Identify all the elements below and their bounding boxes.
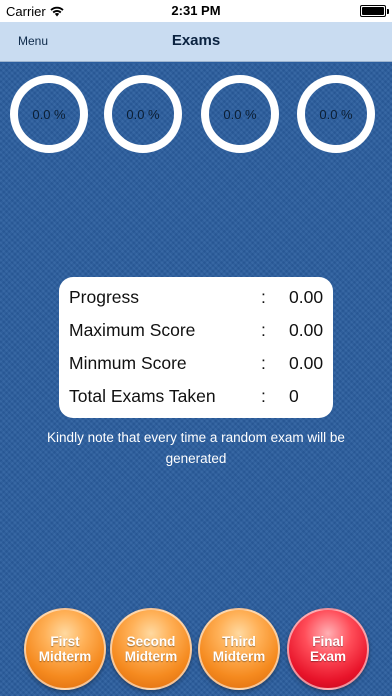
stat-label: Minmum Score xyxy=(69,353,187,373)
battery-icon xyxy=(360,5,389,17)
progress-rings: 0.0 % 0.0 % 0.0 % 0.0 % xyxy=(0,75,392,155)
status-bar: Carrier 2:31 PM xyxy=(0,0,392,22)
stat-separator: : xyxy=(261,320,266,340)
stat-row-maximum-score: Maximum Score : 0.00 xyxy=(59,316,333,346)
page-title: Exams xyxy=(171,32,221,49)
navigation-bar: Menu Exams xyxy=(0,22,392,62)
stat-row-total-exams: Total Exams Taken : 0 xyxy=(59,382,333,412)
first-midterm-button[interactable]: First Midterm xyxy=(24,608,106,690)
stat-label: Maximum Score xyxy=(69,320,196,340)
stats-card: Progress : 0.00 Maximum Score : 0.00 Min… xyxy=(59,277,333,418)
stat-label: Progress xyxy=(69,287,140,307)
stat-separator: : xyxy=(261,287,266,307)
progress-ring-final-exam: 0.0 % xyxy=(297,75,375,153)
second-midterm-button[interactable]: Second Midterm xyxy=(110,608,192,690)
status-time: 2:31 PM xyxy=(171,3,221,18)
stat-separator: : xyxy=(261,386,266,406)
stat-separator: : xyxy=(261,353,266,373)
main-content: 0.0 % 0.0 % 0.0 % 0.0 % Progress : 0.00 … xyxy=(0,63,392,696)
stat-label: Total Exams Taken xyxy=(69,386,216,406)
stat-row-minimum-score: Minmum Score : 0.00 xyxy=(59,349,333,379)
progress-ring-value: 0.0 % xyxy=(32,106,66,122)
stat-value: 0.00 xyxy=(289,320,324,340)
progress-ring-value: 0.0 % xyxy=(126,106,160,122)
progress-ring-second-midterm: 0.0 % xyxy=(104,75,182,153)
progress-ring-first-midterm: 0.0 % xyxy=(10,75,88,153)
final-exam-button[interactable]: Final Exam xyxy=(287,608,369,690)
progress-ring-third-midterm: 0.0 % xyxy=(201,75,279,153)
exam-button-label: First Midterm xyxy=(38,634,92,664)
stat-value: 0.00 xyxy=(289,287,324,307)
progress-ring-value: 0.0 % xyxy=(223,106,257,122)
exam-button-label: Second Midterm xyxy=(124,634,178,664)
third-midterm-button[interactable]: Third Midterm xyxy=(198,608,280,690)
exam-button-label: Final Exam xyxy=(309,634,347,664)
stat-row-progress: Progress : 0.00 xyxy=(59,283,333,313)
progress-ring-value: 0.0 % xyxy=(319,106,353,122)
exam-note: Kindly note that every time a random exa… xyxy=(47,430,345,466)
exam-button-label: Third Midterm xyxy=(212,634,266,664)
stat-value: 0 xyxy=(289,386,299,406)
stat-value: 0.00 xyxy=(289,353,324,373)
